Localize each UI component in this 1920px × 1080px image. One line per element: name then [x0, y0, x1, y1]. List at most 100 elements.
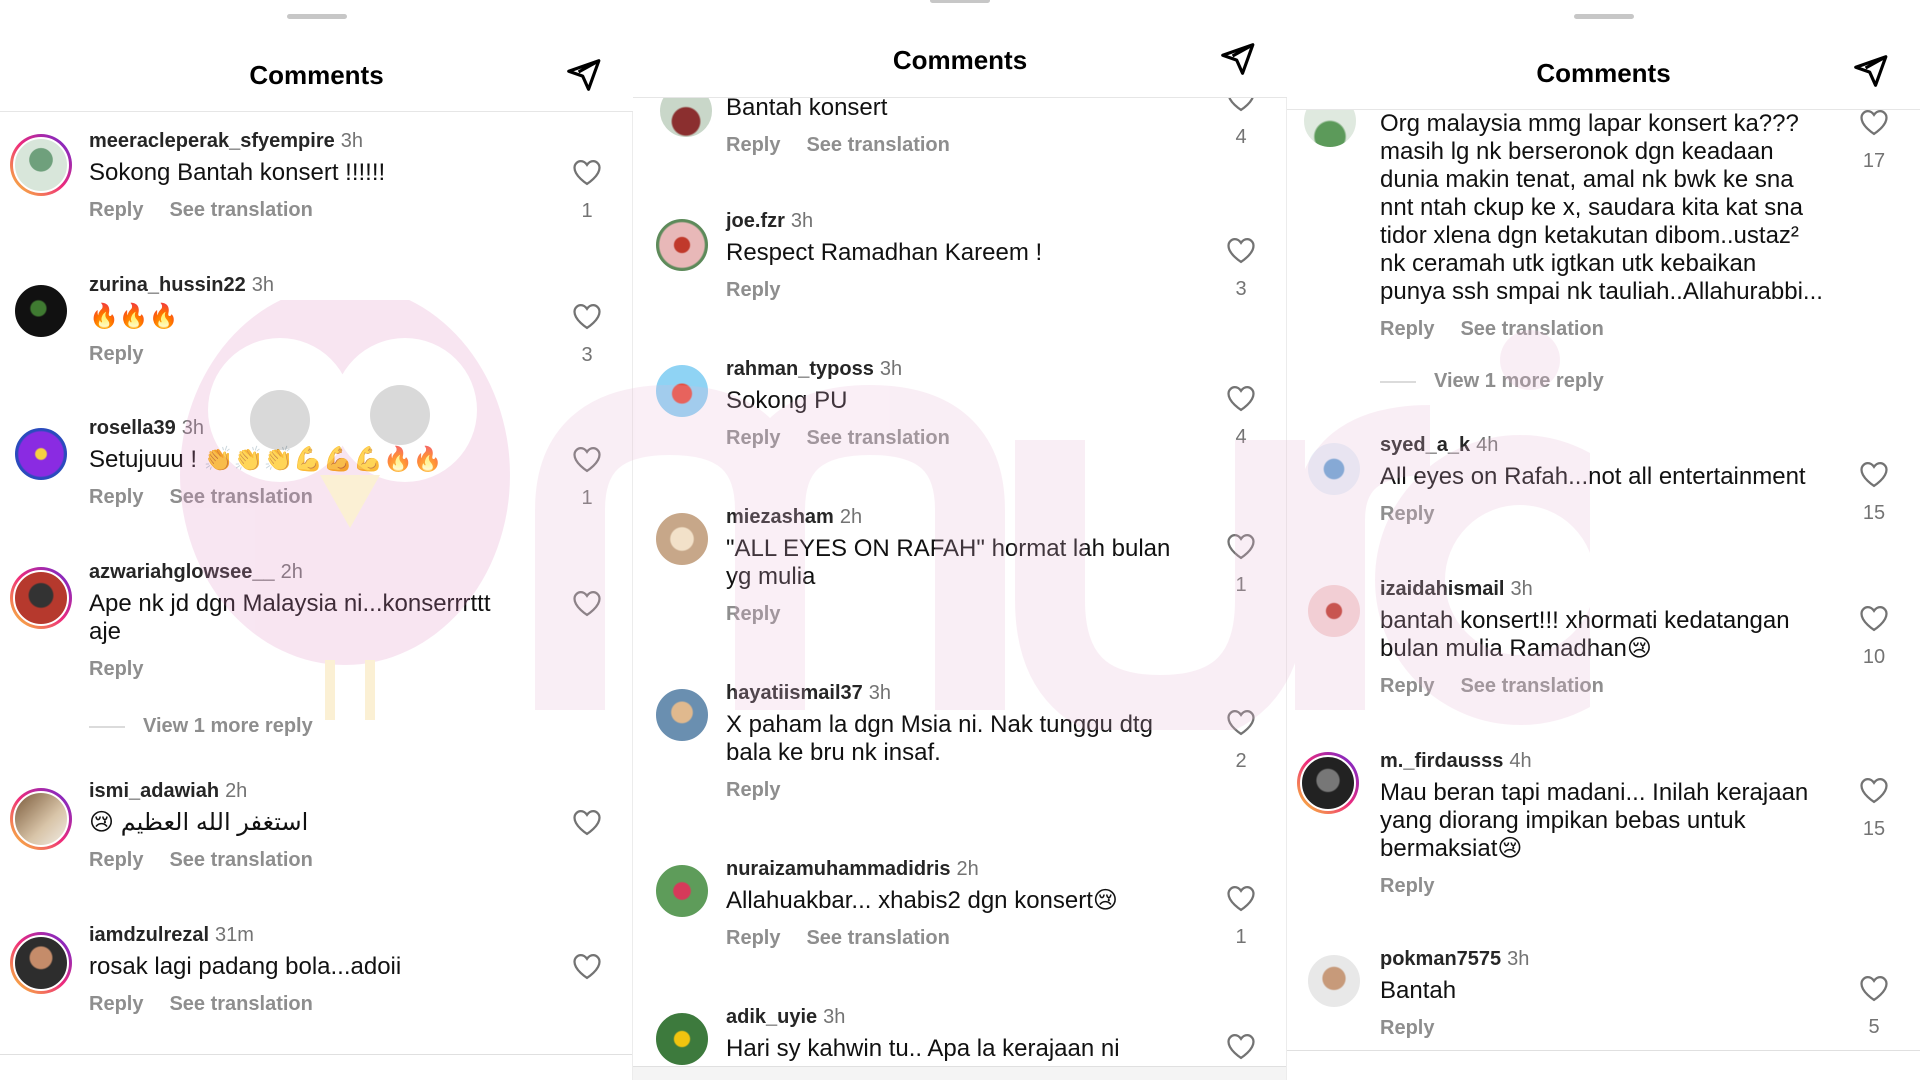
like-control[interactable]: 15 — [1856, 460, 1892, 525]
avatar[interactable] — [651, 214, 713, 276]
like-control[interactable]: 1 — [569, 158, 605, 223]
reply-button[interactable]: Reply — [89, 658, 143, 680]
comment-username[interactable]: azwariahglowsee__ — [89, 561, 275, 583]
like-control[interactable] — [1223, 1032, 1259, 1060]
paper-plane-icon[interactable] — [1217, 40, 1257, 78]
like-control[interactable] — [569, 952, 605, 980]
like-control[interactable]: 3 — [1223, 236, 1259, 301]
reply-button[interactable]: Reply — [1380, 503, 1434, 525]
heart-outline-icon[interactable] — [1859, 108, 1889, 136]
reply-button[interactable]: Reply — [726, 603, 780, 625]
like-control[interactable]: 4 — [1223, 384, 1259, 449]
reply-button[interactable]: Reply — [89, 199, 143, 221]
view-more-replies[interactable]: View 1 more reply — [1380, 370, 1604, 393]
comment-username[interactable]: ismi_adawiah — [89, 780, 219, 802]
see-translation-button[interactable]: See translation — [169, 993, 312, 1015]
see-translation-button[interactable]: See translation — [169, 199, 312, 221]
heart-outline-icon[interactable] — [1226, 708, 1256, 736]
heart-outline-icon[interactable] — [1859, 460, 1889, 488]
see-translation-button[interactable]: See translation — [806, 927, 949, 949]
comment-username[interactable]: rahman_typoss — [726, 358, 874, 380]
like-control[interactable]: 17 — [1856, 108, 1892, 173]
reply-button[interactable]: Reply — [1380, 1017, 1434, 1039]
see-translation-button[interactable]: See translation — [1460, 675, 1603, 697]
avatar[interactable] — [1303, 950, 1365, 1012]
reply-button[interactable]: Reply — [89, 849, 143, 871]
like-control[interactable]: 2 — [1223, 708, 1259, 773]
heart-outline-icon[interactable] — [572, 952, 602, 980]
like-control[interactable]: 3 — [569, 302, 605, 367]
heart-outline-icon[interactable] — [1859, 776, 1889, 804]
heart-outline-icon[interactable] — [572, 302, 602, 330]
paper-plane-icon[interactable] — [1850, 52, 1890, 90]
reply-button[interactable]: Reply — [1380, 318, 1434, 340]
reply-button[interactable]: Reply — [1380, 875, 1434, 897]
avatar[interactable] — [651, 860, 713, 922]
heart-outline-icon[interactable] — [1226, 532, 1256, 560]
comment-username[interactable]: rosella39 — [89, 417, 176, 439]
like-control[interactable]: 5 — [1856, 974, 1892, 1039]
drag-handle[interactable] — [286, 14, 347, 19]
reply-button[interactable]: Reply — [726, 279, 780, 301]
see-translation-button[interactable]: See translation — [169, 486, 312, 508]
avatar[interactable] — [651, 1008, 713, 1070]
avatar[interactable] — [10, 567, 72, 629]
avatar[interactable] — [651, 684, 713, 746]
avatar[interactable] — [10, 423, 72, 485]
comment-username[interactable]: syed_a_k — [1380, 434, 1470, 456]
like-control[interactable]: 10 — [1856, 604, 1892, 669]
comment-username[interactable]: joe.fzr — [726, 210, 785, 232]
avatar[interactable] — [10, 280, 72, 342]
drag-handle[interactable] — [1573, 14, 1634, 19]
comment-username[interactable]: meeracleperak_sfyempire — [89, 130, 335, 152]
comment-username[interactable]: hayatiismail37 — [726, 682, 863, 704]
reply-button[interactable]: Reply — [89, 993, 143, 1015]
reply-button[interactable]: Reply — [726, 927, 780, 949]
see-translation-button[interactable]: See translation — [169, 849, 312, 871]
see-translation-button[interactable]: See translation — [806, 427, 949, 449]
avatar[interactable] — [651, 360, 713, 422]
reply-button[interactable]: Reply — [1380, 675, 1434, 697]
heart-outline-icon[interactable] — [572, 808, 602, 836]
heart-outline-icon[interactable] — [1859, 974, 1889, 1002]
avatar[interactable] — [10, 134, 72, 196]
see-translation-button[interactable]: See translation — [806, 134, 949, 156]
comment-username[interactable]: pokman7575 — [1380, 948, 1501, 970]
drag-handle[interactable] — [930, 0, 990, 3]
heart-outline-icon[interactable] — [1226, 384, 1256, 412]
avatar[interactable] — [10, 932, 72, 994]
reply-button[interactable]: Reply — [89, 343, 143, 365]
like-control[interactable]: 15 — [1856, 776, 1892, 841]
like-control[interactable]: 1 — [1223, 532, 1259, 597]
comment-username[interactable]: miezasham — [726, 506, 834, 528]
heart-outline-icon[interactable] — [572, 158, 602, 186]
like-control[interactable] — [569, 589, 605, 617]
heart-outline-icon[interactable] — [1226, 236, 1256, 264]
view-more-replies[interactable]: View 1 more reply — [89, 715, 313, 738]
heart-outline-icon[interactable] — [572, 445, 602, 473]
reply-button[interactable]: Reply — [89, 486, 143, 508]
reply-button[interactable]: Reply — [726, 134, 780, 156]
heart-outline-icon[interactable] — [1859, 604, 1889, 632]
heart-outline-icon[interactable] — [572, 589, 602, 617]
like-control[interactable]: 1 — [1223, 884, 1259, 949]
comment-username[interactable]: m._firdausss — [1380, 750, 1503, 772]
see-translation-button[interactable]: See translation — [1460, 318, 1603, 340]
comment-username[interactable]: adik_uyie — [726, 1006, 817, 1028]
heart-outline-icon[interactable] — [1226, 1032, 1256, 1060]
avatar[interactable] — [10, 788, 72, 850]
reply-button[interactable]: Reply — [726, 779, 780, 801]
comment-username[interactable]: nuraizamuhammadidris — [726, 858, 951, 880]
avatar[interactable] — [1303, 580, 1365, 642]
like-control[interactable]: 1 — [569, 445, 605, 510]
avatar[interactable] — [1303, 438, 1365, 500]
comment-username[interactable]: iamdzulrezal — [89, 924, 209, 946]
avatar[interactable] — [1297, 752, 1359, 814]
heart-outline-icon[interactable] — [1226, 884, 1256, 912]
comment-username[interactable]: zurina_hussin22 — [89, 274, 246, 296]
avatar[interactable] — [651, 508, 713, 570]
like-control[interactable] — [569, 808, 605, 836]
comment-username[interactable]: izaidahismail — [1380, 578, 1505, 600]
paper-plane-icon[interactable] — [563, 56, 603, 94]
reply-button[interactable]: Reply — [726, 427, 780, 449]
